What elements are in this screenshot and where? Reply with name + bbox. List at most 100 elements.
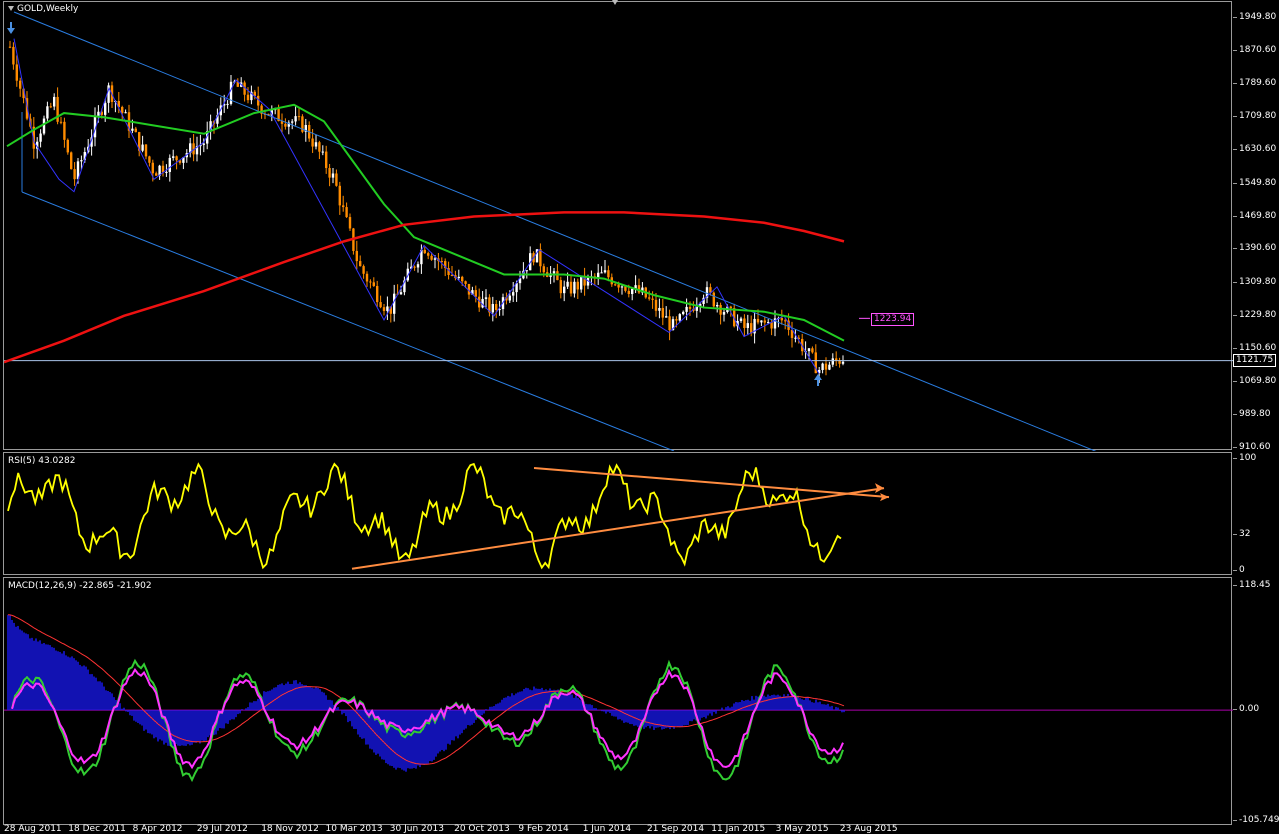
candle	[335, 169, 338, 187]
candle-body	[675, 319, 678, 321]
candle-body	[627, 290, 630, 294]
candle-body	[491, 303, 494, 313]
candle	[141, 135, 144, 153]
candle	[413, 265, 416, 271]
candle-body	[328, 168, 331, 178]
price-tick-label: 1069.80	[1232, 376, 1277, 387]
candle-body	[614, 284, 617, 286]
candle	[790, 321, 794, 348]
candle-body	[739, 318, 743, 321]
macd-pane[interactable]: MACD(12,26,9) -22.865 -21.902	[3, 577, 1233, 825]
candle	[546, 267, 549, 278]
candle	[695, 297, 698, 318]
price-tick-label: 1150.60	[1232, 342, 1277, 353]
candle	[569, 274, 573, 297]
candle-body	[46, 106, 49, 119]
candle	[15, 55, 18, 87]
candle-body	[607, 270, 610, 278]
rsi-tick-label: 0	[1233, 565, 1245, 575]
rsi-tick-label: 100	[1232, 453, 1257, 463]
candle-body	[399, 292, 403, 295]
macd-tick-label: 0.00	[1232, 704, 1260, 715]
candle-body	[172, 156, 175, 158]
candle	[158, 164, 161, 180]
candle	[369, 279, 372, 289]
candle	[39, 129, 42, 148]
candle-body	[379, 302, 382, 308]
candle-body	[654, 299, 658, 311]
rsi-pane[interactable]: RSI(5) 43.0282	[3, 452, 1232, 575]
candle-body	[841, 361, 845, 364]
price-tick-label: 1789.60	[1232, 78, 1277, 89]
candle-body	[556, 271, 559, 281]
candle-body	[580, 276, 583, 290]
candle	[148, 155, 151, 167]
candle	[362, 264, 365, 279]
candle	[379, 295, 382, 309]
candle-body	[600, 272, 603, 274]
candle	[386, 296, 389, 320]
macd-chart-svg	[4, 614, 1233, 783]
price-tick-label: 1469.80	[1232, 210, 1277, 221]
candle	[66, 138, 69, 155]
candle-body	[325, 151, 328, 169]
channel-upper-line	[13, 11, 1097, 451]
date-axis[interactable]: 28 Aug 2011 18 Dec 2011 8 Apr 2012 29 Jul 2…	[3, 825, 1232, 834]
buy-arrow-icon	[814, 374, 822, 386]
candle-body	[39, 133, 42, 142]
candle	[488, 294, 491, 317]
candle-body	[226, 103, 229, 105]
candle-body	[42, 118, 46, 134]
candle-body	[484, 297, 488, 299]
scroll-marker-icon[interactable]	[612, 0, 618, 5]
price-tick-label: 1949.80	[1232, 12, 1277, 22]
candle-body	[131, 128, 134, 131]
candle	[563, 280, 566, 302]
candle-body	[284, 123, 287, 127]
candle	[328, 163, 331, 187]
candle-body	[165, 171, 168, 173]
price-axis[interactable]: 1949.80 1870.60 1789.60 1709.80 1630.60 1549.…	[1232, 0, 1279, 833]
candle	[668, 309, 671, 341]
candle	[348, 213, 352, 232]
candle-body	[430, 255, 433, 260]
candle-body	[665, 316, 668, 318]
candle-body	[539, 249, 542, 267]
candle-body	[246, 94, 250, 101]
candle	[824, 357, 828, 376]
candle	[365, 271, 369, 287]
price-chart-pane[interactable]: GOLD,Weekly 1223.94	[3, 1, 1233, 451]
candle-body	[573, 281, 576, 294]
candle	[437, 252, 440, 271]
candle-body	[63, 121, 66, 140]
candle-body	[70, 152, 73, 170]
candle-body	[624, 286, 627, 291]
candle	[576, 278, 579, 299]
candle-body	[393, 293, 396, 314]
candle-body	[376, 285, 379, 303]
candle	[406, 262, 409, 282]
candle-body	[423, 249, 426, 254]
candle	[658, 298, 661, 319]
zigzag-line	[13, 38, 820, 375]
candle	[318, 140, 321, 160]
candle	[301, 114, 304, 134]
macd-histogram	[7, 614, 845, 772]
candle	[49, 102, 52, 109]
candle	[243, 80, 246, 102]
candle	[352, 227, 355, 255]
candle-body	[355, 250, 358, 262]
candle-body	[342, 205, 345, 208]
candle-body	[828, 364, 831, 370]
candle	[637, 278, 641, 295]
rsi-tick-label: 32	[1232, 529, 1251, 540]
candle	[763, 316, 766, 332]
candle-body	[552, 271, 556, 274]
candle	[138, 131, 141, 157]
candle	[182, 156, 185, 170]
sell-arrow-icon	[7, 22, 15, 34]
candle	[314, 134, 318, 150]
candle-body	[359, 261, 362, 267]
candle-body	[542, 266, 545, 273]
candle	[342, 195, 345, 212]
